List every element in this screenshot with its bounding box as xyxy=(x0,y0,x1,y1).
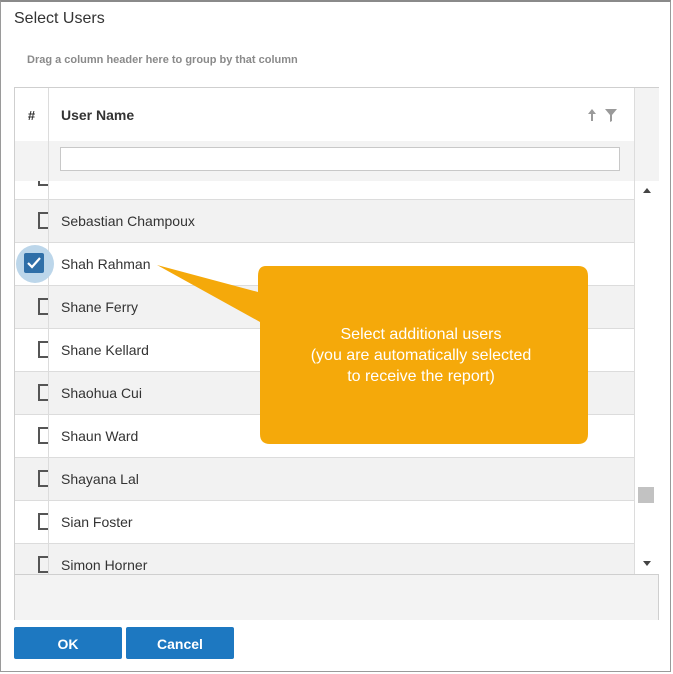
filter-cell-hash xyxy=(15,141,49,181)
checkbox-icon[interactable] xyxy=(38,513,48,530)
checkbox-icon[interactable] xyxy=(38,556,48,573)
table-row[interactable]: Shaun Ward xyxy=(15,415,634,458)
checkbox-icon[interactable] xyxy=(38,470,48,487)
filter-icon[interactable] xyxy=(605,109,617,122)
user-name-cell: Sebastian Champoux xyxy=(61,213,195,229)
checkbox-cell xyxy=(15,544,49,574)
header-scroll-spacer xyxy=(634,88,659,181)
checkbox-cell xyxy=(15,200,49,242)
group-by-hint[interactable]: Drag a column header here to group by th… xyxy=(27,54,298,66)
cancel-button[interactable]: Cancel xyxy=(126,627,234,659)
table-row[interactable]: Shane Ferry xyxy=(15,286,634,329)
checkbox-icon[interactable] xyxy=(38,427,48,444)
column-header-user-name[interactable]: User Name xyxy=(61,88,134,143)
checkbox-icon[interactable] xyxy=(38,341,48,358)
checkbox-cell xyxy=(15,415,49,457)
user-name-cell: Simon Horner xyxy=(61,557,148,573)
checkbox-cell xyxy=(15,372,49,414)
callout-text: Select additional users (you are automat… xyxy=(260,324,582,387)
scroll-up-arrow-icon[interactable] xyxy=(643,188,651,193)
checkbox-cell xyxy=(15,286,49,328)
table-row[interactable]: Sebastian Champoux xyxy=(15,200,634,243)
ok-button[interactable]: OK xyxy=(14,627,122,659)
scrollbar-thumb[interactable] xyxy=(638,487,654,503)
checkbox-icon[interactable] xyxy=(38,181,48,186)
checkbox-cell xyxy=(15,243,54,285)
callout-line-3: to receive the report) xyxy=(347,368,495,385)
user-name-cell: Sian Foster xyxy=(61,514,133,530)
user-name-cell: Shane Kellard xyxy=(61,342,149,358)
sort-arrow-icon[interactable] xyxy=(587,108,597,122)
user-name-cell: Shaohua Cui xyxy=(61,385,142,401)
checkbox-cell xyxy=(15,501,49,543)
filter-row xyxy=(15,141,634,182)
grid-footer xyxy=(15,574,658,620)
checkbox-icon[interactable] xyxy=(38,298,48,315)
user-name-filter-input[interactable] xyxy=(60,147,620,171)
user-name-cell: Shaun Ward xyxy=(61,428,139,444)
checkbox-cell xyxy=(15,329,49,371)
vertical-scrollbar[interactable] xyxy=(634,181,659,574)
checkbox-cell xyxy=(15,458,49,500)
table-row[interactable]: Sian Foster xyxy=(15,501,634,544)
callout-line-2: (you are automatically selected xyxy=(310,347,532,364)
checkbox-icon[interactable] xyxy=(38,212,48,229)
table-row[interactable]: Shayana Lal xyxy=(15,458,634,501)
dialog-title: Select Users xyxy=(14,10,105,27)
user-name-cell: Shane Ferry xyxy=(61,299,139,315)
table-row[interactable]: Simon Horner xyxy=(15,544,634,574)
user-name-cell: Shah Rahman xyxy=(61,256,151,272)
user-name-cell: Shayana Lal xyxy=(61,471,139,487)
scroll-down-arrow-icon[interactable] xyxy=(643,561,651,566)
checkbox-checked-icon[interactable] xyxy=(24,253,44,273)
column-header-hash[interactable]: # xyxy=(15,88,49,141)
table-row-partial[interactable] xyxy=(15,181,634,200)
table-row[interactable]: Shah Rahman xyxy=(15,243,634,286)
grid-header: # User Name xyxy=(15,88,634,142)
checkbox-icon[interactable] xyxy=(38,384,48,401)
callout-line-1: Select additional users xyxy=(340,326,502,343)
